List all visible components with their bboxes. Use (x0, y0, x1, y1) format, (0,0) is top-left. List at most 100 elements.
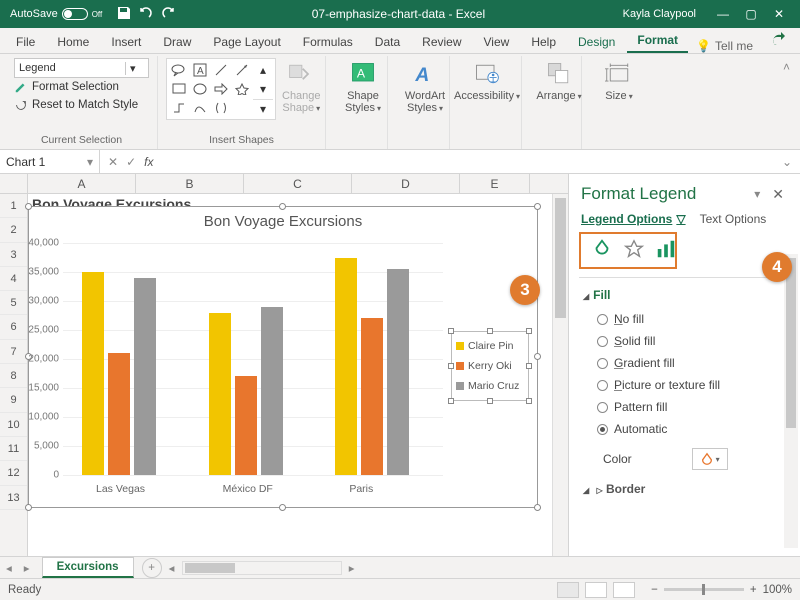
page-layout-view-icon[interactable] (585, 582, 607, 598)
cancel-formula-icon[interactable]: ✕ (108, 155, 118, 169)
sheet-nav-prev-icon[interactable]: ◂ (0, 561, 18, 575)
horizontal-scrollbar[interactable]: ◂ ▸ (182, 561, 342, 575)
fill-line-icon[interactable] (591, 238, 613, 263)
chart-element-dropdown[interactable]: Legend ▾ (14, 58, 149, 78)
shape-freeform-icon[interactable] (190, 99, 210, 117)
col-header[interactable]: E (460, 174, 530, 193)
zoom-value[interactable]: 100% (763, 584, 792, 596)
chart-legend[interactable]: Claire PinKerry OkiMario Cruz (451, 331, 529, 401)
shape-oval-callout-icon[interactable] (169, 61, 189, 79)
sheet-nav-next-icon[interactable]: ▸ (18, 561, 36, 575)
arrange-button[interactable]: Arrange (530, 58, 588, 102)
pane-section-border[interactable]: ▷ Border (583, 478, 786, 502)
redo-icon[interactable] (160, 5, 176, 24)
effects-icon[interactable] (623, 238, 645, 263)
plot-area[interactable] (63, 243, 443, 475)
sheet-tab-excursions[interactable]: Excursions (42, 557, 134, 578)
pane-menu-icon[interactable]: ▾ (754, 187, 760, 201)
shape-brace-icon[interactable] (211, 99, 231, 117)
bar[interactable] (108, 353, 130, 475)
row-header[interactable]: 12 (0, 461, 27, 485)
fill-option-radio[interactable]: Pattern fill (583, 396, 786, 418)
bar[interactable] (209, 313, 231, 475)
worksheet[interactable]: A B C D E 1 2 3 4 5 6 7 8 9 10 11 12 13 … (0, 174, 568, 556)
row-header[interactable]: 7 (0, 340, 27, 364)
shape-oval-icon[interactable] (190, 80, 210, 98)
chart-title[interactable]: Bon Voyage Excursions (29, 207, 537, 232)
pane-tab-text-options[interactable]: Text Options (700, 212, 767, 226)
legend-item[interactable]: Kerry Oki (456, 356, 524, 376)
row-header[interactable]: 6 (0, 315, 27, 339)
col-header[interactable]: C (244, 174, 352, 193)
tab-draw[interactable]: Draw (153, 30, 201, 53)
zoom-control[interactable]: − + 100% (651, 584, 792, 596)
tab-pagelayout[interactable]: Page Layout (203, 30, 290, 53)
name-box[interactable]: Chart 1 ▾ (0, 150, 100, 173)
bar[interactable] (134, 278, 156, 475)
vertical-scrollbar[interactable] (552, 194, 568, 556)
tab-home[interactable]: Home (47, 30, 99, 53)
bar[interactable] (361, 318, 383, 475)
page-break-view-icon[interactable] (613, 582, 635, 598)
tab-format[interactable]: Format (627, 28, 688, 53)
row-header[interactable]: 8 (0, 364, 27, 388)
row-header[interactable]: 10 (0, 413, 27, 437)
row-header[interactable]: 9 (0, 388, 27, 412)
shape-elbow-icon[interactable] (169, 99, 189, 117)
bar[interactable] (235, 376, 257, 475)
autosave-toggle[interactable]: AutoSave Off (4, 8, 108, 20)
shape-styles-button[interactable]: A Shape Styles (334, 58, 392, 114)
row-header[interactable]: 13 (0, 486, 27, 510)
tab-file[interactable]: File (6, 30, 45, 53)
bar[interactable] (82, 272, 104, 475)
zoom-in-icon[interactable]: + (750, 584, 757, 596)
bar[interactable] (261, 307, 283, 475)
maximize-icon[interactable]: ▢ (744, 7, 758, 21)
shape-rightarrow-icon[interactable] (211, 80, 231, 98)
row-header[interactable]: 3 (0, 243, 27, 267)
color-picker-button[interactable]: ▾ (692, 448, 728, 470)
fx-icon[interactable]: fx (144, 155, 153, 169)
fill-option-radio[interactable]: No fill (583, 308, 786, 330)
pane-section-fill[interactable]: Fill (583, 284, 786, 308)
zoom-slider[interactable] (664, 588, 744, 591)
enter-formula-icon[interactable]: ✓ (126, 155, 136, 169)
row-header[interactable]: 2 (0, 218, 27, 242)
collapse-ribbon-icon[interactable]: ˄ (779, 56, 794, 149)
undo-icon[interactable] (138, 5, 154, 24)
row-header[interactable]: 4 (0, 267, 27, 291)
normal-view-icon[interactable] (557, 582, 579, 598)
shape-line-icon[interactable] (211, 61, 231, 79)
col-header[interactable]: D (352, 174, 460, 193)
close-icon[interactable]: ✕ (772, 7, 786, 21)
gallery-down-icon[interactable]: ▾ (253, 80, 273, 98)
tab-review[interactable]: Review (412, 30, 471, 53)
new-sheet-button[interactable]: + (142, 558, 162, 578)
select-all-corner[interactable] (0, 174, 28, 193)
bar[interactable] (387, 269, 409, 475)
col-header[interactable]: A (28, 174, 136, 193)
tab-insert[interactable]: Insert (101, 30, 151, 53)
shapes-gallery[interactable]: A ▴ ▾ ▾ (166, 58, 276, 120)
pane-scrollbar[interactable] (784, 254, 798, 548)
tell-me[interactable]: 💡 Tell me (696, 39, 753, 53)
gallery-more-icon[interactable]: ▾ (253, 99, 273, 117)
reset-style-button[interactable]: Reset to Match Style (14, 96, 149, 114)
tab-view[interactable]: View (474, 30, 520, 53)
pane-tab-legend-options[interactable]: Legend Options ▽ (581, 212, 686, 226)
shape-star-icon[interactable] (232, 80, 252, 98)
tab-formulas[interactable]: Formulas (293, 30, 363, 53)
col-header[interactable]: B (136, 174, 244, 193)
bar[interactable] (335, 258, 357, 476)
zoom-out-icon[interactable]: − (651, 584, 658, 596)
legend-item[interactable]: Mario Cruz (456, 376, 524, 396)
row-header[interactable]: 11 (0, 437, 27, 461)
gallery-up-icon[interactable]: ▴ (253, 61, 273, 79)
wordart-styles-button[interactable]: A WordArt Styles (396, 58, 454, 114)
pane-close-icon[interactable]: ✕ (768, 186, 788, 203)
expand-formula-bar-icon[interactable]: ⌄ (774, 155, 800, 169)
fill-option-radio[interactable]: Picture or texture fill (583, 374, 786, 396)
fill-option-radio[interactable]: Automatic (583, 418, 786, 440)
save-icon[interactable] (116, 5, 132, 24)
shape-textbox-icon[interactable]: A (190, 61, 210, 79)
